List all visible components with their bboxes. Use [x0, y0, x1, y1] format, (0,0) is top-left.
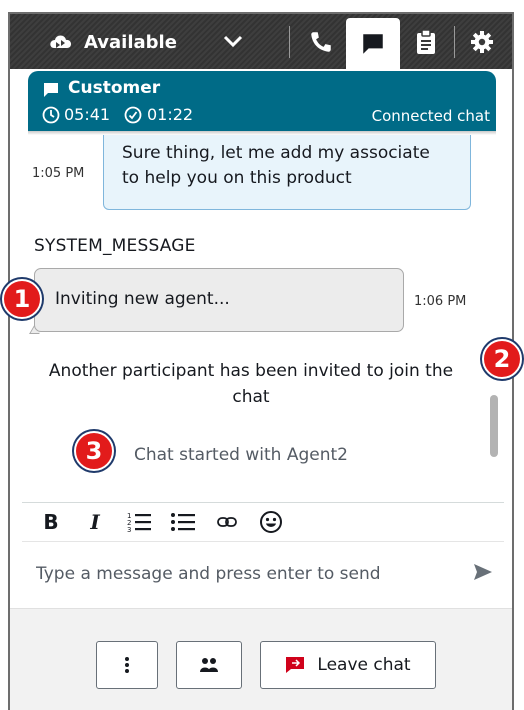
chat-icon [363, 33, 383, 54]
message-composer [22, 542, 504, 606]
divider [454, 26, 455, 58]
message-text: to help you on this product [122, 168, 352, 188]
contact-name: Customer [68, 78, 161, 98]
message-text: Sure thing, let me add my associate [122, 143, 430, 163]
top-bar: Available [10, 14, 512, 69]
customer-message-bubble: Sure thing, let me add my associate to h… [103, 135, 471, 210]
chat-icon [44, 83, 58, 97]
chat-started-notice: Chat started with Agent2 [134, 445, 348, 465]
link-button[interactable] [212, 515, 242, 529]
chat-tab-button[interactable] [346, 18, 400, 69]
people-icon [200, 658, 218, 672]
divider [289, 26, 290, 58]
transcript-scrollbar[interactable] [490, 395, 498, 457]
connection-status: Connected chat [371, 107, 490, 125]
bold-button[interactable]: B [36, 510, 66, 534]
settings-button[interactable] [462, 14, 502, 69]
check-clock-icon [124, 106, 142, 123]
callout-badge-1: 1 [2, 279, 42, 319]
message-text: Inviting new agent... [55, 289, 230, 309]
tasks-button[interactable] [406, 14, 446, 69]
bold-icon: B [43, 510, 59, 534]
state-timer-value: 01:22 [147, 105, 194, 124]
total-timer-value: 05:41 [64, 105, 111, 124]
phone-icon [311, 31, 331, 52]
more-options-button[interactable] [96, 641, 158, 689]
notice-line: Another participant has been invited to … [48, 361, 454, 381]
message-input[interactable] [22, 542, 452, 606]
system-message-title: SYSTEM_MESSAGE [34, 236, 196, 256]
format-toolbar: B I 1 2 3 [22, 502, 504, 542]
gear-icon [471, 30, 493, 53]
system-message-bubble: Inviting new agent... [34, 268, 404, 332]
more-vertical-icon [125, 657, 129, 673]
callout-badge-2: 2 [482, 339, 522, 379]
leave-chat-button[interactable]: Leave chat [260, 641, 436, 689]
clock-icon [42, 106, 60, 123]
numbered-list-button[interactable]: 1 2 3 [124, 511, 154, 533]
callout-badge-3: 3 [74, 431, 114, 471]
emoji-icon [260, 511, 282, 533]
add-participant-button[interactable] [176, 641, 242, 689]
bulleted-list-button[interactable] [168, 511, 198, 533]
bulleted-list-icon [171, 513, 195, 531]
participant-invited-notice: Another participant has been invited to … [30, 358, 472, 410]
send-icon [474, 564, 492, 580]
status-label: Available [84, 31, 177, 53]
notice-line: chat [232, 387, 270, 407]
chevron-down-icon[interactable] [222, 31, 244, 55]
contact-header[interactable]: Customer 05:41 01:22 Connected chat [28, 71, 496, 131]
leave-chat-label: Leave chat [317, 655, 411, 675]
clipboard-icon [417, 28, 435, 54]
state-timer: 01:22 [124, 105, 193, 124]
status-dropdown[interactable]: Available [48, 31, 177, 53]
svg-text:3: 3 [127, 526, 131, 533]
numbered-list-icon: 1 2 3 [127, 512, 151, 533]
message-timestamp: 1:06 PM [414, 294, 467, 309]
send-button[interactable] [472, 562, 494, 586]
total-timer: 05:41 [42, 105, 110, 124]
italic-button[interactable]: I [80, 510, 110, 534]
emoji-button[interactable] [256, 510, 286, 534]
phone-button[interactable] [298, 14, 344, 69]
ccp-window: Available Customer 05:41 01:22 Connected… [8, 12, 514, 710]
cloud-status-icon [50, 35, 72, 48]
leave-chat-icon [286, 657, 305, 673]
link-icon [217, 517, 237, 527]
message-timestamp: 1:05 PM [32, 166, 85, 181]
italic-icon: I [90, 510, 100, 534]
action-bar: Leave chat [10, 608, 512, 710]
